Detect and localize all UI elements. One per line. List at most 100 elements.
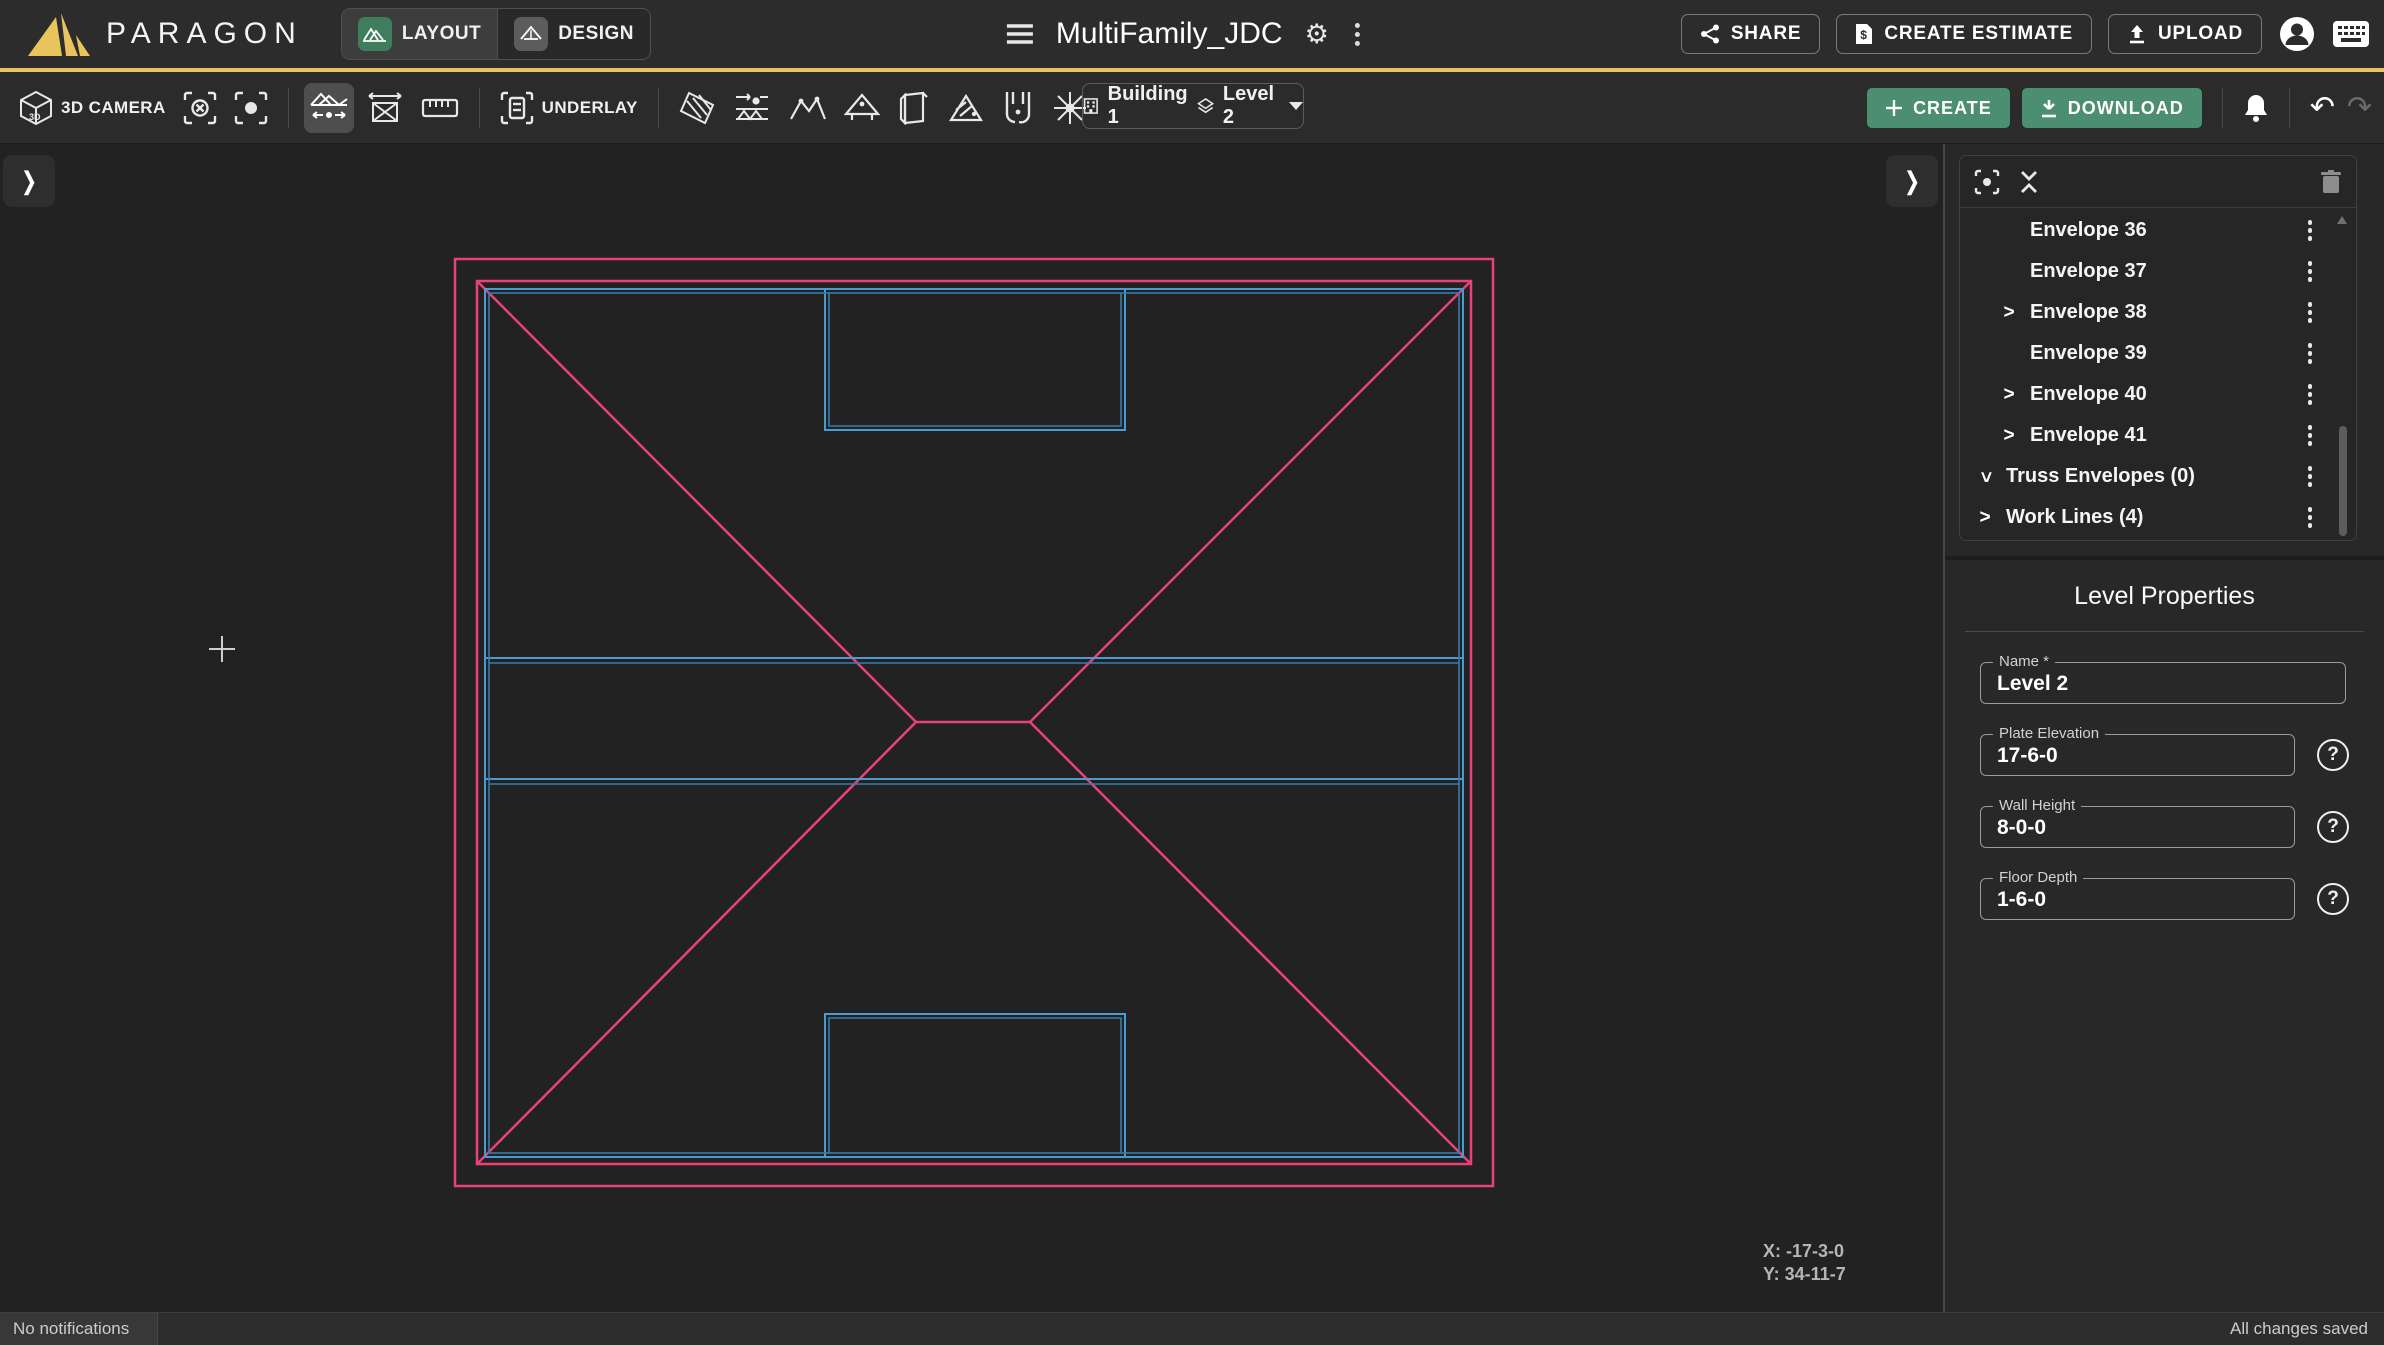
tree-item-work-lines[interactable]: > Work Lines (4): [1960, 497, 2356, 538]
design-tab-icon: [514, 17, 548, 51]
tree-item-envelope-41[interactable]: > Envelope 41: [1960, 415, 2356, 456]
estimate-doc-icon: $: [1855, 23, 1873, 45]
tool-underlay[interactable]: UNDERLAY: [495, 83, 643, 133]
building-name: Building 1: [1108, 83, 1188, 129]
tool-zoom-fit[interactable]: [229, 83, 273, 133]
chevron-right-icon[interactable]: >: [1996, 425, 2022, 447]
tool-3d-camera[interactable]: 3D 3D CAMERA: [14, 83, 171, 133]
delete-trash-icon[interactable]: [2320, 169, 2342, 195]
underlay-label: UNDERLAY: [542, 98, 638, 118]
drawing-canvas[interactable]: ❭ ❭ X: -17-3-0 Y: 34-11-7: [0, 144, 1945, 1312]
tool-truss-spacing[interactable]: [727, 83, 777, 133]
account-icon[interactable]: [2278, 15, 2316, 53]
download-button[interactable]: DOWNLOAD: [2022, 88, 2202, 128]
tree-header: [1960, 156, 2356, 208]
tool-measure[interactable]: [416, 83, 464, 133]
more-options-icon[interactable]: [1351, 19, 1364, 50]
3d-camera-label: 3D CAMERA: [61, 98, 166, 118]
project-list-icon[interactable]: [1006, 23, 1034, 45]
layout-tab-icon: [358, 17, 392, 51]
bracing-icon: [948, 92, 984, 124]
truss-spacing-icon: [732, 91, 772, 125]
expand-right-panel-button[interactable]: ❭: [1886, 155, 1938, 207]
tree-list: > Envelope 36 > Envelope 37 > Envelope 3…: [1960, 208, 2356, 540]
tool-sheathing[interactable]: [674, 83, 720, 133]
level-name: Level 2: [1223, 83, 1276, 129]
tool-roof-planes[interactable]: [304, 83, 354, 133]
tree-item-envelope-40[interactable]: > Envelope 40: [1960, 374, 2356, 415]
chevron-right-icon[interactable]: >: [1996, 302, 2022, 324]
notifications-status[interactable]: No notifications: [0, 1313, 158, 1345]
project-title: MultiFamily_JDC: [1056, 17, 1283, 51]
tab-design[interactable]: DESIGN: [497, 9, 650, 59]
sheathing-icon: [679, 91, 715, 125]
item-menu-icon[interactable]: [2308, 507, 2313, 528]
tree-item-envelope-37[interactable]: > Envelope 37: [1960, 251, 2356, 292]
plus-icon: [1885, 99, 1903, 117]
chevron-right-icon[interactable]: >: [1972, 507, 1998, 529]
focus-selection-icon[interactable]: [1974, 169, 2000, 195]
item-menu-icon[interactable]: [2308, 384, 2313, 405]
top-bar: PARAGON LAYOUT DESIGN MultiFa: [0, 0, 2384, 68]
field-row-name: Name *: [1980, 662, 2384, 704]
right-panel: > Envelope 36 > Envelope 37 > Envelope 3…: [1945, 144, 2384, 1312]
item-menu-icon[interactable]: [2308, 220, 2313, 241]
item-menu-icon[interactable]: [2308, 466, 2313, 487]
chevron-down-icon[interactable]: >: [1974, 464, 1996, 490]
help-icon[interactable]: ?: [2317, 883, 2349, 915]
underlay-icon: [500, 90, 534, 126]
level-properties-panel: Level Properties Name * Plate Elevation …: [1945, 556, 2384, 920]
tree-scrollbar[interactable]: [2339, 426, 2347, 536]
settings-gear-icon[interactable]: ⚙: [1305, 21, 1329, 48]
upload-button[interactable]: UPLOAD: [2108, 14, 2262, 54]
toolbar-actions: CREATE DOWNLOAD ↶ ↷: [1867, 72, 2372, 144]
brand-name: PARAGON: [106, 17, 303, 51]
tool-wall-panel[interactable]: [892, 83, 936, 133]
share-button[interactable]: SHARE: [1681, 14, 1821, 54]
tab-layout-label: LAYOUT: [402, 23, 481, 45]
expand-left-panel-button[interactable]: ❭: [3, 155, 55, 207]
toolbar-separator: [2222, 88, 2223, 128]
item-menu-icon[interactable]: [2308, 343, 2313, 364]
field-row-floor-depth: Floor Depth ?: [1980, 878, 2384, 920]
top-bar-actions: SHARE $ CREATE ESTIMATE UPLOAD: [1681, 0, 2370, 68]
cursor-x: X: -17-3-0: [1763, 1240, 1846, 1263]
title-cluster: MultiFamily_JDC ⚙: [1006, 0, 1364, 68]
tool-zoom-selection[interactable]: [178, 83, 222, 133]
notifications-bell-icon[interactable]: [2243, 93, 2269, 123]
help-icon[interactable]: ?: [2317, 739, 2349, 771]
dimensions-icon: [366, 91, 404, 125]
create-estimate-button[interactable]: $ CREATE ESTIMATE: [1836, 14, 2092, 54]
help-icon[interactable]: ?: [2317, 811, 2349, 843]
zoom-selection-icon: [183, 91, 217, 125]
building-level-selector[interactable]: Building 1 Level 2: [1082, 83, 1304, 129]
cursor-y: Y: 34-11-7: [1763, 1263, 1846, 1286]
gable-icon: [844, 92, 880, 124]
svg-text:3D: 3D: [29, 112, 41, 122]
item-menu-icon[interactable]: [2308, 261, 2313, 282]
undo-icon[interactable]: ↶: [2310, 93, 2335, 123]
chevron-down-icon: [1289, 102, 1303, 110]
tool-dimensions[interactable]: [361, 83, 409, 133]
building-icon: [1083, 95, 1099, 117]
keyboard-icon[interactable]: [2332, 20, 2370, 48]
tool-hangers[interactable]: [996, 83, 1040, 133]
tool-bracing[interactable]: [943, 83, 989, 133]
collapse-all-icon[interactable]: [2018, 168, 2040, 196]
tool-gable[interactable]: [839, 83, 885, 133]
tree-item-envelope-39[interactable]: > Envelope 39: [1960, 333, 2356, 374]
item-menu-icon[interactable]: [2308, 302, 2313, 323]
tree-item-truss-envelopes[interactable]: > Truss Envelopes (0): [1960, 456, 2356, 497]
tree-item-envelope-38[interactable]: > Envelope 38: [1960, 292, 2356, 333]
tree-item-envelope-36[interactable]: > Envelope 36: [1960, 210, 2356, 251]
item-menu-icon[interactable]: [2308, 425, 2313, 446]
create-button[interactable]: CREATE: [1867, 88, 2010, 128]
scroll-up-arrow[interactable]: [2337, 216, 2347, 224]
zoom-fit-icon: [234, 91, 268, 125]
chevron-right-icon[interactable]: >: [1996, 384, 2022, 406]
tab-layout[interactable]: LAYOUT: [342, 9, 497, 59]
download-icon: [2040, 99, 2058, 118]
field-row-plate-elevation: Plate Elevation ?: [1980, 734, 2384, 776]
tool-roof-outline[interactable]: [784, 83, 832, 133]
redo-icon[interactable]: ↷: [2347, 93, 2372, 123]
